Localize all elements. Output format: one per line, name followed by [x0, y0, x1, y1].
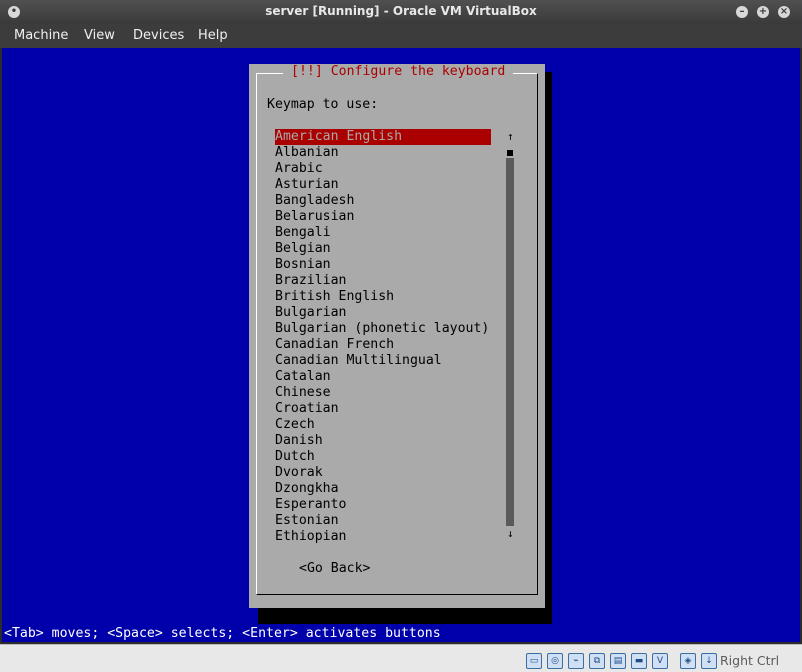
scroll-up-icon[interactable]: ↑: [507, 130, 514, 143]
keymap-option[interactable]: Dutch: [275, 449, 491, 465]
display-icon[interactable]: ▬: [631, 653, 647, 669]
keymap-option[interactable]: Esperanto: [275, 497, 491, 513]
menu-view[interactable]: View: [84, 28, 115, 43]
minimize-icon[interactable]: –: [736, 6, 748, 18]
menu-devices[interactable]: Devices: [133, 28, 184, 43]
dialog-title: [!!] Configure the keyboard: [283, 64, 514, 79]
keymap-option[interactable]: Brazilian: [275, 273, 491, 289]
keymap-prompt: Keymap to use:: [267, 97, 379, 112]
menu-help[interactable]: Help: [198, 28, 228, 43]
mouse-integration-icon[interactable]: ◈: [680, 653, 696, 669]
keymap-option[interactable]: Bosnian: [275, 257, 491, 273]
network-icon[interactable]: ⧉: [589, 653, 605, 669]
keymap-option[interactable]: Croatian: [275, 401, 491, 417]
keymap-option[interactable]: Albanian: [275, 145, 491, 161]
video-capture-icon[interactable]: V: [652, 653, 668, 669]
host-key-label: Right Ctrl: [720, 653, 780, 668]
keymap-option[interactable]: Czech: [275, 417, 491, 433]
go-back-button[interactable]: <Go Back>: [299, 561, 370, 576]
scrollbar-thumb[interactable]: [507, 150, 513, 156]
keyboard-dialog: [!!] Configure the keyboard Keymap to us…: [249, 64, 545, 608]
optical-drive-icon[interactable]: ◎: [547, 653, 563, 669]
keymap-option[interactable]: Bulgarian: [275, 305, 491, 321]
keymap-list[interactable]: American English Albanian Arabic Asturian Ba…: [275, 129, 491, 545]
maximize-icon[interactable]: +: [757, 6, 769, 18]
keymap-option[interactable]: Asturian: [275, 177, 491, 193]
window-title: server [Running] - Oracle VM VirtualBox: [265, 4, 537, 18]
keymap-option[interactable]: Belarusian: [275, 209, 491, 225]
keyboard-capture-icon[interactable]: ↓: [701, 653, 717, 669]
keymap-option[interactable]: Dzongkha: [275, 481, 491, 497]
keymap-option[interactable]: Catalan: [275, 369, 491, 385]
keymap-option[interactable]: Canadian French: [275, 337, 491, 353]
keymap-option[interactable]: Danish: [275, 433, 491, 449]
hard-disk-icon[interactable]: ▭: [526, 653, 542, 669]
keymap-option[interactable]: Bengali: [275, 225, 491, 241]
keymap-option[interactable]: British English: [275, 289, 491, 305]
keymap-option[interactable]: Dvorak: [275, 465, 491, 481]
keymap-option[interactable]: Bangladesh: [275, 193, 491, 209]
window-titlebar: • server [Running] - Oracle VM VirtualBo…: [0, 0, 802, 24]
usb-icon[interactable]: ⌁: [568, 653, 584, 669]
menu-machine[interactable]: Machine: [14, 28, 68, 43]
menubar: Machine View Devices Help: [0, 24, 802, 48]
keymap-option[interactable]: American English: [275, 129, 491, 145]
keymap-option[interactable]: Canadian Multilingual: [275, 353, 491, 369]
keymap-option[interactable]: Bulgarian (phonetic layout): [275, 321, 491, 337]
keymap-option[interactable]: Ethiopian: [275, 529, 491, 545]
statusbar: ▭ ◎ ⌁ ⧉ ▤ ▬ V ◈ ↓ Right Ctrl: [0, 644, 802, 672]
vm-screen[interactable]: [!!] Configure the keyboard Keymap to us…: [2, 48, 800, 642]
keymap-option[interactable]: Arabic: [275, 161, 491, 177]
keymap-option[interactable]: Estonian: [275, 513, 491, 529]
keymap-option[interactable]: Belgian: [275, 241, 491, 257]
scrollbar-track[interactable]: [506, 158, 514, 526]
scroll-down-icon[interactable]: ↓: [507, 527, 514, 540]
key-hint: <Tab> moves; <Space> selects; <Enter> ac…: [4, 626, 441, 641]
close-icon[interactable]: ×: [778, 6, 790, 18]
shared-folders-icon[interactable]: ▤: [610, 653, 626, 669]
keymap-option[interactable]: Chinese: [275, 385, 491, 401]
